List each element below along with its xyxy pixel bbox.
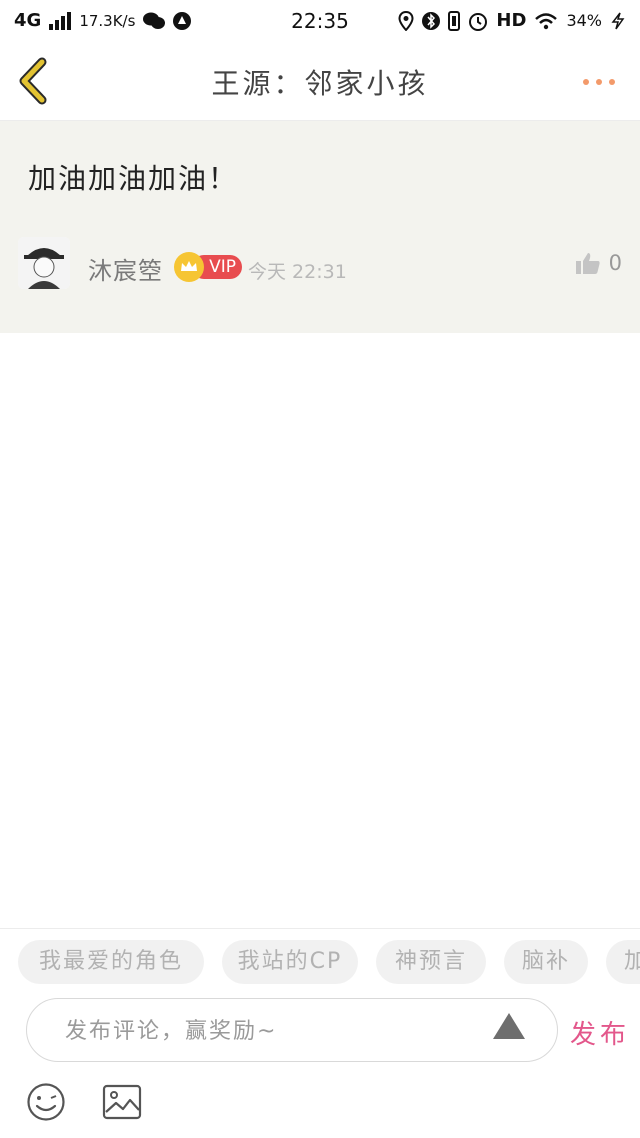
author-name[interactable]: 沐宸箜 bbox=[88, 251, 163, 286]
vip-badge: VIP bbox=[174, 252, 242, 282]
alarm-icon bbox=[469, 12, 488, 31]
comment-input[interactable] bbox=[63, 1015, 467, 1047]
wifi-icon bbox=[535, 12, 558, 29]
post-content: 加油加油加油！ bbox=[28, 162, 239, 195]
status-bar: 4G 17.3K/s 22:35 HD 34% bbox=[0, 0, 640, 42]
top-nav-bar: 王源：邻家小孩 bbox=[0, 42, 640, 121]
tag-chip[interactable]: 加 bbox=[606, 940, 640, 984]
image-icon bbox=[102, 1084, 142, 1120]
comment-input-box[interactable] bbox=[26, 998, 558, 1062]
like-button[interactable]: 0 bbox=[575, 251, 622, 275]
avatar[interactable] bbox=[18, 237, 70, 289]
triangle-up-icon bbox=[493, 1013, 525, 1039]
tag-chip[interactable]: 我最爱的角色 bbox=[18, 940, 204, 984]
status-right: HD 34% bbox=[398, 10, 626, 31]
comment-detail-page: 4G 17.3K/s 22:35 HD 34% 王源：邻家小孩 加油加油加油！ … bbox=[0, 0, 640, 1138]
publish-button[interactable]: 发布 bbox=[570, 1014, 630, 1051]
battery-charging-icon bbox=[611, 12, 625, 29]
thumbs-up-icon bbox=[575, 253, 600, 274]
tag-chip[interactable]: 神预言 bbox=[376, 940, 486, 984]
crown-icon bbox=[174, 252, 204, 282]
expand-button[interactable] bbox=[491, 1011, 527, 1041]
like-count: 0 bbox=[608, 251, 622, 275]
post-card: 加油加油加油！ 沐宸箜 VIP 今天 22:31 0 bbox=[0, 121, 640, 333]
tag-chip[interactable]: 我站的CP bbox=[222, 940, 358, 984]
page-title: 王源：邻家小孩 bbox=[211, 67, 429, 100]
emoji-button[interactable] bbox=[26, 1082, 66, 1122]
image-button[interactable] bbox=[102, 1084, 142, 1120]
battery-level: 34% bbox=[566, 11, 602, 30]
location-icon bbox=[398, 10, 414, 31]
tag-chip[interactable]: 脑补 bbox=[504, 940, 588, 984]
tag-bar: 我最爱的角色 我站的CP 神预言 脑补 加 bbox=[0, 928, 640, 995]
avatar-image bbox=[18, 237, 70, 289]
more-button[interactable] bbox=[580, 66, 620, 96]
hd-label: HD bbox=[496, 10, 527, 31]
post-time: 今天 22:31 bbox=[248, 261, 347, 283]
more-dots-icon bbox=[583, 79, 615, 85]
smiley-icon bbox=[27, 1083, 65, 1121]
vibrate-icon bbox=[448, 10, 461, 31]
bluetooth-icon bbox=[422, 11, 441, 30]
